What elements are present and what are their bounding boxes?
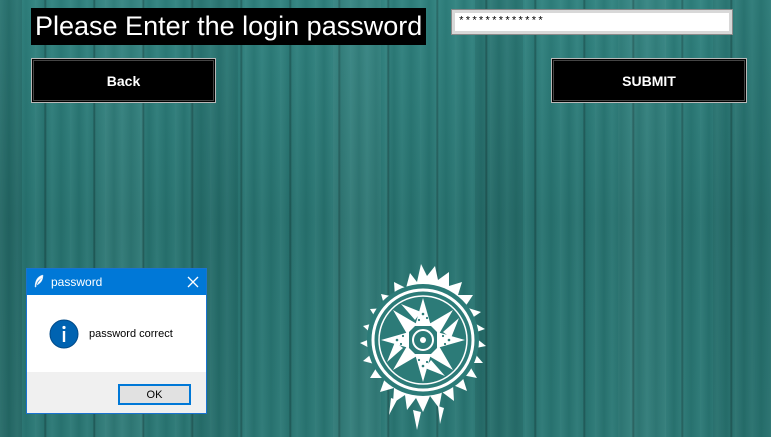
- page-title: Please Enter the login password: [31, 8, 427, 45]
- password-input[interactable]: [451, 9, 733, 35]
- info-icon: [49, 319, 79, 349]
- feather-icon: [34, 274, 44, 288]
- dialog-titlebar[interactable]: password: [27, 269, 206, 295]
- dialog-message: password correct: [89, 328, 173, 340]
- dialog-title: password: [51, 275, 103, 289]
- wood-plank: [0, 0, 22, 437]
- close-icon[interactable]: [186, 275, 200, 289]
- ok-button[interactable]: OK: [118, 384, 191, 405]
- emblem-logo: [360, 264, 486, 430]
- dialog-body: password correct: [27, 295, 206, 372]
- submit-button[interactable]: SUBMIT: [551, 58, 747, 103]
- dialog-footer: OK: [27, 372, 206, 413]
- back-button[interactable]: Back: [31, 58, 216, 103]
- app-window: Please Enter the login password Back SUB…: [0, 0, 771, 437]
- message-dialog: password password correct OK: [26, 268, 207, 414]
